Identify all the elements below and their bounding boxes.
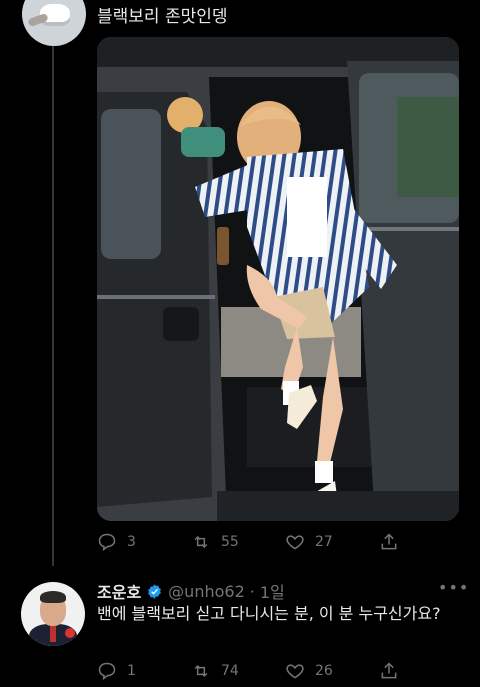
reply-like-count: 26 [315,663,333,679]
like-icon [286,664,304,679]
reply-button[interactable]: 3 [97,532,136,552]
share-icon [381,533,397,550]
reply-reply-count: 1 [127,663,136,679]
reply-like-button[interactable]: 26 [285,661,333,681]
avatar-hair [40,591,66,603]
avatar-badge [65,628,75,638]
reply-text: 밴에 블랙보리 싣고 다니시는 분, 이 분 누구신가요? [97,604,441,623]
reply-reply-button[interactable]: 1 [97,661,136,681]
like-count: 27 [315,534,333,550]
reply-icon [98,533,116,552]
tweet-photo[interactable] [97,37,459,521]
like-button[interactable]: 27 [285,532,333,552]
reply-avatar[interactable] [21,582,85,646]
reply-icon [98,662,116,681]
reply-count: 3 [127,534,136,550]
share-icon [381,662,397,679]
retweet-count: 55 [221,534,239,550]
photo-van-illustration [97,37,459,521]
tweet-text: 블랙보리 존맛인뎅 [97,7,228,27]
reply-share-button[interactable] [379,661,399,681]
verified-icon [148,583,162,599]
more-icon[interactable]: ••• [438,578,469,597]
retweet-icon [194,664,208,678]
avatar[interactable] [22,0,86,46]
reply-handle[interactable]: @unho62 [168,582,245,601]
reply-header: 조운호 @unho62 · 1일 [97,579,285,603]
reply-time[interactable]: 1일 [260,579,285,603]
retweet-button[interactable]: 55 [191,532,239,552]
share-button[interactable] [379,532,399,552]
retweet-icon [194,535,208,549]
tweet-actions: 3 55 27 [97,532,417,552]
reply-retweet-button[interactable]: 74 [191,661,239,681]
reply-retweet-count: 74 [221,663,239,679]
reply-separator: · [249,581,255,601]
avatar-tie [50,626,56,642]
thread-line [52,46,54,566]
like-icon [286,535,304,550]
reply-actions: 1 74 26 [97,661,417,681]
reply-display-name[interactable]: 조운호 [97,579,141,603]
